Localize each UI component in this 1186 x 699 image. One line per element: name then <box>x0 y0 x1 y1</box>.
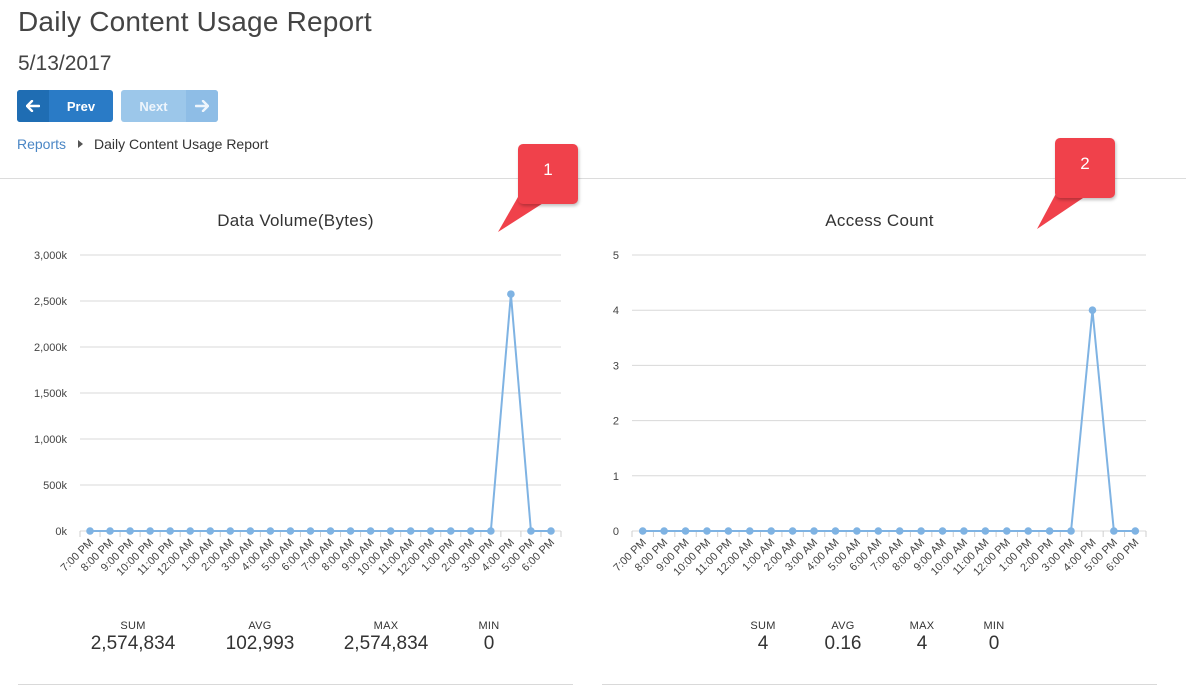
data-point[interactable] <box>1088 306 1097 315</box>
data-point[interactable] <box>917 527 925 535</box>
y-tick-label: 3,000k <box>34 250 68 262</box>
y-tick-label: 2 <box>613 416 619 428</box>
data-volume-chart: 0k500k1,000k1,500k2,000k2,500k3,000k7:00… <box>34 250 562 578</box>
data-point[interactable] <box>853 527 861 535</box>
data-point[interactable] <box>406 527 415 535</box>
data-point[interactable] <box>874 527 883 535</box>
data-point[interactable] <box>1002 527 1011 535</box>
data-point[interactable] <box>767 527 776 535</box>
data-point[interactable] <box>895 527 904 535</box>
data-point[interactable] <box>660 527 668 535</box>
callout-badge: 2 <box>1055 138 1115 198</box>
data-point[interactable] <box>810 527 818 535</box>
data-point[interactable] <box>724 527 733 535</box>
data-point[interactable] <box>1024 527 1033 535</box>
y-tick-label: 2,500k <box>34 296 68 308</box>
data-point[interactable] <box>960 527 968 535</box>
data-point[interactable] <box>166 527 174 535</box>
data-point[interactable] <box>981 527 990 535</box>
stat-label: AVG <box>248 620 272 632</box>
data-point[interactable] <box>346 527 355 535</box>
data-point[interactable] <box>386 527 395 535</box>
callout-badge: 1 <box>518 144 578 204</box>
data-point[interactable] <box>703 527 711 535</box>
data-point[interactable] <box>745 527 754 535</box>
y-tick-label: 1,000k <box>34 434 68 446</box>
access-count-chart: 0123457:00 PM8:00 PM9:00 PM10:00 PM11:00… <box>611 250 1147 578</box>
data-point[interactable] <box>306 527 315 535</box>
data-point[interactable] <box>527 527 535 535</box>
y-tick-label: 1 <box>613 471 619 483</box>
data-point[interactable] <box>507 290 515 298</box>
data-point[interactable] <box>938 527 947 535</box>
data-point[interactable] <box>126 527 134 535</box>
data-point[interactable] <box>246 527 255 535</box>
stat-min: MIN 0 <box>464 620 514 655</box>
stat-sum: SUM 4 <box>738 620 788 655</box>
chart-divider <box>602 684 1157 685</box>
stat-value: 2,574,834 <box>343 633 429 654</box>
data-point[interactable] <box>638 527 647 535</box>
data-point[interactable] <box>467 527 475 535</box>
data-point[interactable] <box>487 527 495 535</box>
data-point[interactable] <box>1110 527 1118 535</box>
y-tick-label: 0k <box>55 526 67 538</box>
data-point[interactable] <box>106 527 114 535</box>
stat-label: MAX <box>909 620 935 632</box>
data-point[interactable] <box>326 527 335 535</box>
stat-value: 102,993 <box>225 633 295 654</box>
data-point[interactable] <box>206 527 215 535</box>
stat-label: MAX <box>373 620 399 632</box>
data-point[interactable] <box>266 527 275 535</box>
data-point[interactable] <box>86 527 94 535</box>
data-point[interactable] <box>366 527 375 535</box>
data-point[interactable] <box>681 527 690 535</box>
data-point[interactable] <box>1067 527 1075 535</box>
stat-sum: SUM 2,574,834 <box>88 620 178 655</box>
y-tick-label: 2,000k <box>34 342 68 354</box>
data-point[interactable] <box>286 527 295 535</box>
stat-max: MAX 2,574,834 <box>341 620 431 655</box>
y-tick-label: 1,500k <box>34 388 68 400</box>
data-point[interactable] <box>788 527 797 535</box>
stat-value: 4 <box>916 633 928 654</box>
data-point[interactable] <box>1045 527 1054 535</box>
data-point[interactable] <box>426 527 435 535</box>
data-point[interactable] <box>186 527 195 535</box>
y-tick-label: 3 <box>613 360 619 372</box>
stat-value: 2,574,834 <box>90 633 176 654</box>
stat-label: SUM <box>120 620 146 632</box>
stat-value: 4 <box>757 633 769 654</box>
y-tick-label: 4 <box>613 305 619 317</box>
data-point[interactable] <box>226 527 235 535</box>
stat-label: MIN <box>983 620 1005 632</box>
stat-label: SUM <box>750 620 776 632</box>
stat-max: MAX 4 <box>897 620 947 655</box>
stat-label: MIN <box>478 620 500 632</box>
stat-avg: AVG 102,993 <box>215 620 305 655</box>
stat-value: 0.16 <box>824 633 862 654</box>
y-tick-label: 0 <box>613 526 619 538</box>
y-tick-label: 5 <box>613 250 619 262</box>
y-tick-label: 500k <box>43 480 67 492</box>
data-point[interactable] <box>446 527 455 535</box>
data-point[interactable] <box>146 527 154 535</box>
stat-avg: AVG 0.16 <box>818 620 868 655</box>
stat-value: 0 <box>483 633 495 654</box>
series-line <box>90 294 551 532</box>
chart-divider <box>18 684 573 685</box>
data-point[interactable] <box>547 527 555 535</box>
stat-min: MIN 0 <box>969 620 1019 655</box>
stat-label: AVG <box>831 620 855 632</box>
stat-value: 0 <box>988 633 1000 654</box>
data-point[interactable] <box>831 527 840 535</box>
data-point[interactable] <box>1131 527 1140 535</box>
